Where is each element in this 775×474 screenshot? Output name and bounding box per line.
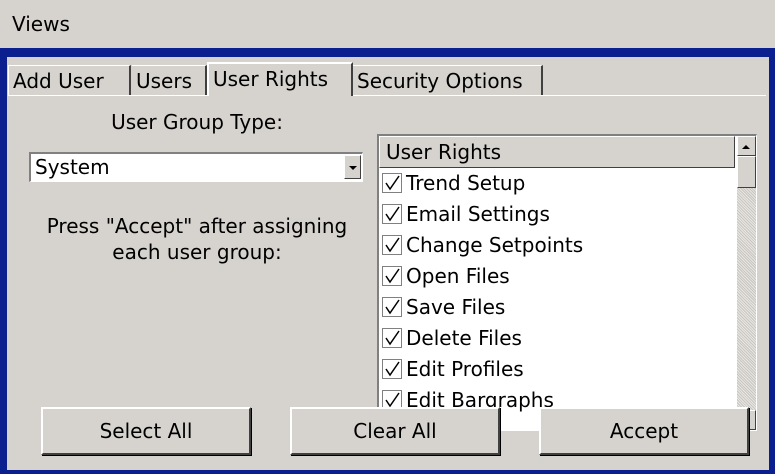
- checkmark-icon: [385, 237, 400, 253]
- checkmark-icon: [385, 268, 400, 284]
- list-item[interactable]: Trend Setup: [379, 168, 735, 199]
- arrow-up-icon: [742, 145, 750, 149]
- tab-add-user[interactable]: Add User: [8, 65, 131, 95]
- list-item-label: Save Files: [406, 295, 506, 319]
- window-frame: Add User Users User Rights Security Opti…: [0, 48, 775, 474]
- checkmark-icon: [385, 330, 400, 346]
- list-item[interactable]: Save Files: [379, 292, 735, 323]
- user-group-type-value: System: [35, 155, 110, 179]
- user-group-type-label: User Group Type:: [111, 110, 283, 134]
- list-item[interactable]: Edit Profiles: [379, 354, 735, 385]
- list-item-label: Edit Profiles: [406, 357, 524, 381]
- user-group-type-select[interactable]: System: [29, 152, 363, 182]
- checkbox[interactable]: [382, 204, 402, 224]
- scroll-up-button[interactable]: [737, 136, 756, 156]
- checkbox[interactable]: [382, 359, 402, 379]
- checkbox[interactable]: [382, 235, 402, 255]
- list-item[interactable]: Change Setpoints: [379, 230, 735, 261]
- dropdown-button[interactable]: [344, 155, 361, 179]
- main-panel: Add User Users User Rights Security Opti…: [7, 57, 769, 470]
- list-item[interactable]: Delete Files: [379, 323, 735, 354]
- tab-content-divider: [8, 95, 766, 96]
- list-item[interactable]: Open Files: [379, 261, 735, 292]
- vertical-scrollbar[interactable]: [737, 136, 756, 430]
- accept-instructions: Press "Accept" after assigning each user…: [46, 214, 348, 264]
- list-body: Trend Setup Email Settings Change Setpoint…: [379, 168, 735, 430]
- accept-button[interactable]: Accept: [539, 407, 749, 455]
- checkmark-icon: [385, 206, 400, 222]
- list-item[interactable]: Email Settings: [379, 199, 735, 230]
- window-title: Views: [12, 12, 70, 36]
- title-bar: Views: [0, 0, 775, 48]
- list-header: User Rights: [379, 136, 735, 168]
- checkbox[interactable]: [382, 297, 402, 317]
- tab-user-rights[interactable]: User Rights: [207, 62, 353, 96]
- checkbox[interactable]: [382, 266, 402, 286]
- tab-users[interactable]: Users: [132, 65, 207, 95]
- list-item-label: Open Files: [406, 264, 510, 288]
- user-rights-list: User Rights Trend Setup Email Settings Cha…: [377, 134, 757, 431]
- select-all-button[interactable]: Select All: [41, 407, 251, 455]
- tab-security-options[interactable]: Security Options: [353, 65, 543, 95]
- scroll-thumb[interactable]: [737, 156, 756, 188]
- clear-all-button[interactable]: Clear All: [290, 407, 500, 455]
- checkbox[interactable]: [382, 173, 402, 193]
- checkmark-icon: [385, 175, 400, 191]
- checkbox[interactable]: [382, 328, 402, 348]
- list-item-label: Change Setpoints: [406, 233, 584, 257]
- list-item-label: Delete Files: [406, 326, 522, 350]
- checkmark-icon: [385, 299, 400, 315]
- list-item-label: Trend Setup: [406, 171, 526, 195]
- checkmark-icon: [385, 361, 400, 377]
- list-item-label: Email Settings: [406, 202, 550, 226]
- chevron-down-icon: [349, 166, 357, 170]
